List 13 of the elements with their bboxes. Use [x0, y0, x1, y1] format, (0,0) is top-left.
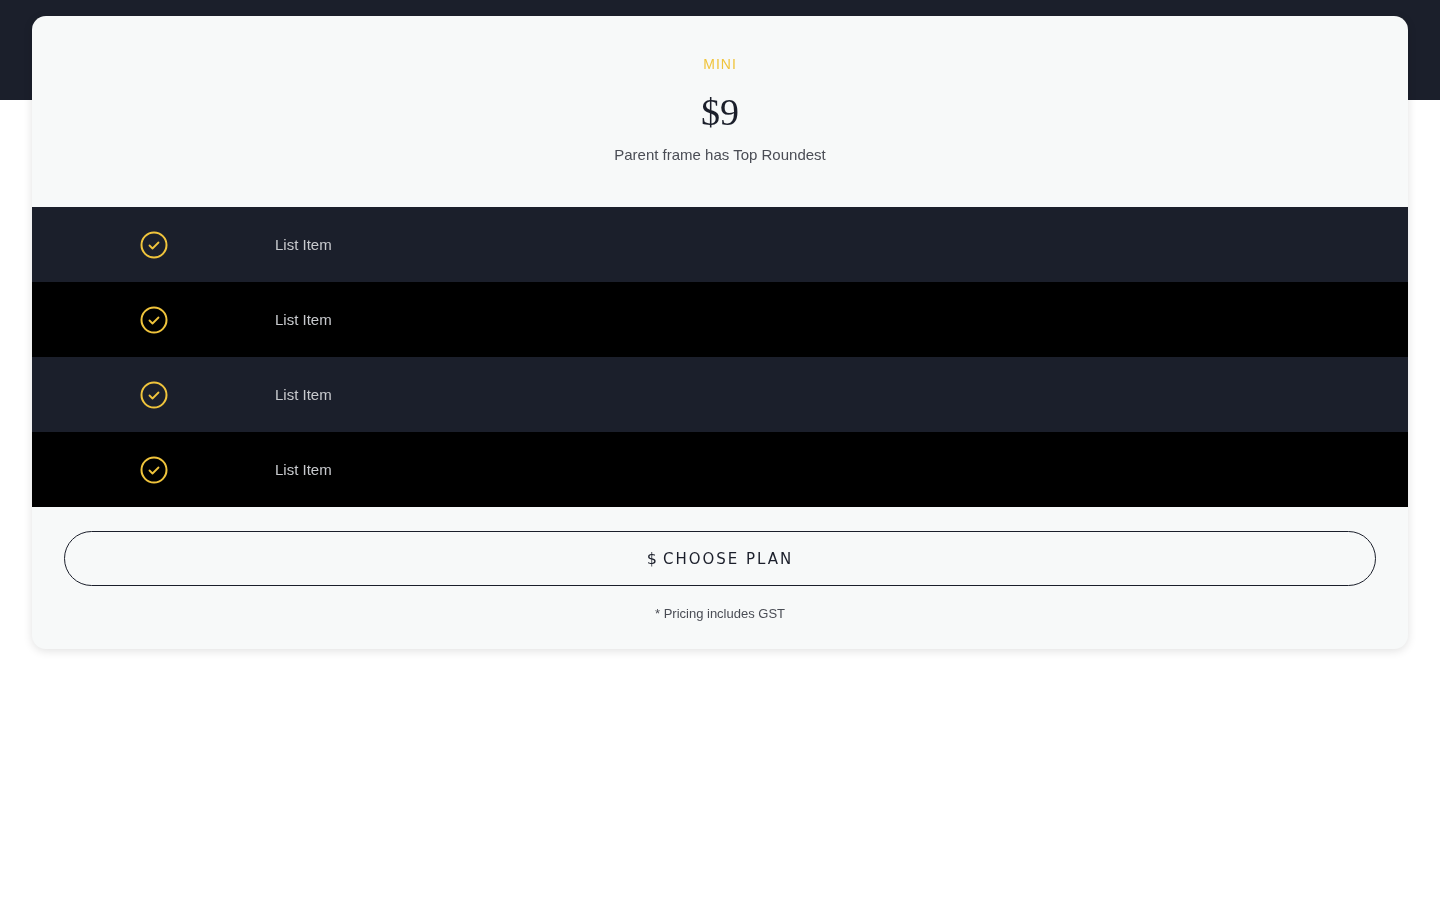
- plan-name: MINI: [703, 56, 737, 72]
- plan-price: $9: [701, 90, 739, 134]
- check-circle-icon: [139, 230, 168, 259]
- check-circle-icon: [139, 380, 168, 409]
- pricing-note: * Pricing includes GST: [654, 606, 786, 621]
- feature-label: List Item: [275, 236, 332, 253]
- feature-label: List Item: [275, 311, 332, 328]
- dollar-icon: $: [646, 549, 657, 568]
- feature-label: List Item: [275, 461, 332, 478]
- check-circle-icon: [139, 305, 168, 334]
- plan-subtitle: Parent frame has Top Roundest: [614, 146, 826, 163]
- check-circle-icon: [139, 455, 168, 484]
- feature-label: List Item: [275, 386, 332, 403]
